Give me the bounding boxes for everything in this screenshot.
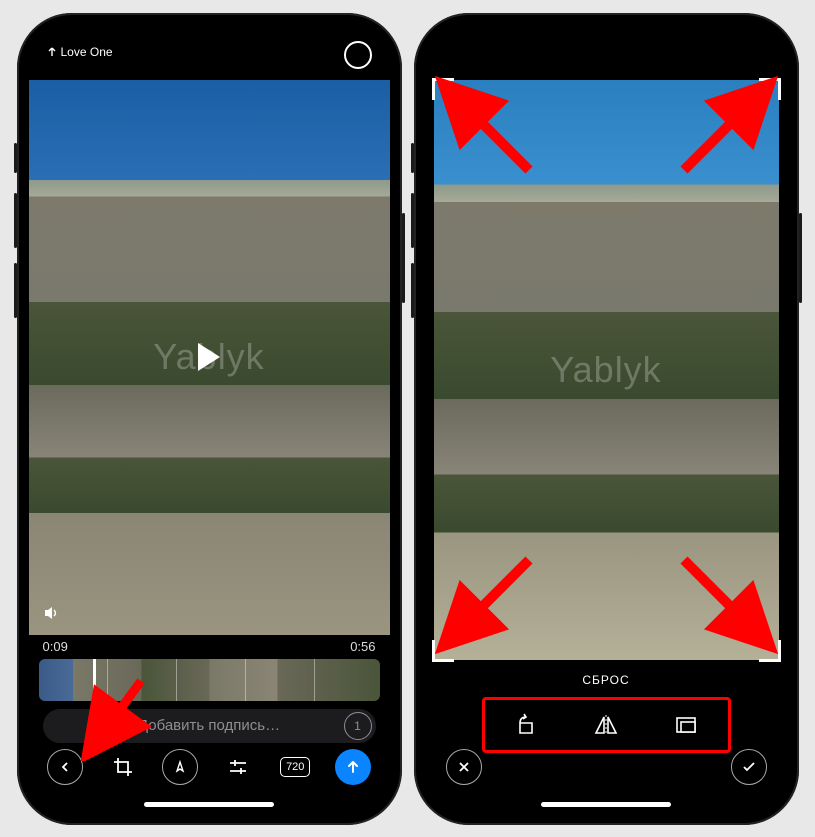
- back-button[interactable]: [45, 747, 85, 787]
- checkmark-icon: [742, 761, 756, 773]
- view-once-button[interactable]: 1: [344, 712, 372, 740]
- crop-icon: [112, 756, 134, 778]
- back-to-app-label: Love One: [61, 45, 113, 59]
- home-indicator[interactable]: [541, 802, 671, 807]
- crop-handle-bottom-right[interactable]: [759, 640, 781, 662]
- arrow-up-icon: [47, 47, 57, 57]
- cancel-button[interactable]: [444, 747, 484, 787]
- reset-button[interactable]: СБРОС: [426, 673, 787, 687]
- back-to-app-button[interactable]: Love One: [47, 45, 113, 59]
- dynamic-island: [546, 37, 666, 69]
- dynamic-island: [149, 37, 269, 69]
- time-current: 0:09: [43, 639, 68, 654]
- scrubber-handle[interactable]: [93, 659, 96, 701]
- bottom-toolbar: 720: [29, 737, 390, 797]
- live-photo-toggle[interactable]: [344, 41, 372, 69]
- phone-mockup-left: Love One Yablyk 0:09 0:56 Добавить подпи…: [17, 13, 402, 825]
- play-icon[interactable]: [198, 343, 220, 371]
- crop-handle-top-right[interactable]: [759, 78, 781, 100]
- watermark: Yablyk: [550, 349, 661, 391]
- screen-left: Love One Yablyk 0:09 0:56 Добавить подпи…: [29, 25, 390, 813]
- phone-mockup-right: Yablyk СБРОС: [414, 13, 799, 825]
- confirm-button[interactable]: [729, 747, 769, 787]
- quality-label: 720: [280, 757, 310, 777]
- chevron-left-icon: [59, 761, 71, 773]
- close-icon: [458, 761, 470, 773]
- aspect-ratio-icon: [674, 713, 698, 737]
- rotate-icon: [514, 713, 538, 737]
- sliders-icon: [227, 756, 249, 778]
- bottom-toolbar: [426, 737, 787, 797]
- video-preview[interactable]: Yablyk: [29, 80, 390, 635]
- video-time-row: 0:09 0:56: [43, 639, 376, 654]
- video-scrubber[interactable]: [39, 659, 380, 701]
- adjust-button[interactable]: [218, 747, 258, 787]
- arrow-up-icon: [345, 759, 361, 775]
- flip-horizontal-icon: [593, 714, 619, 736]
- markup-button[interactable]: [160, 747, 200, 787]
- crop-preview[interactable]: Yablyk: [434, 80, 779, 660]
- screen-right: Yablyk СБРОС: [426, 25, 787, 813]
- quality-button[interactable]: 720: [275, 747, 315, 787]
- caption-placeholder: Добавить подпись…: [138, 717, 280, 734]
- crop-handle-bottom-left[interactable]: [432, 640, 454, 662]
- send-button[interactable]: [333, 747, 373, 787]
- home-indicator[interactable]: [144, 802, 274, 807]
- mute-button[interactable]: [43, 604, 61, 627]
- crop-tool-button[interactable]: [103, 747, 143, 787]
- time-end: 0:56: [350, 639, 375, 654]
- crop-handle-top-left[interactable]: [432, 78, 454, 100]
- markup-icon: [173, 760, 187, 774]
